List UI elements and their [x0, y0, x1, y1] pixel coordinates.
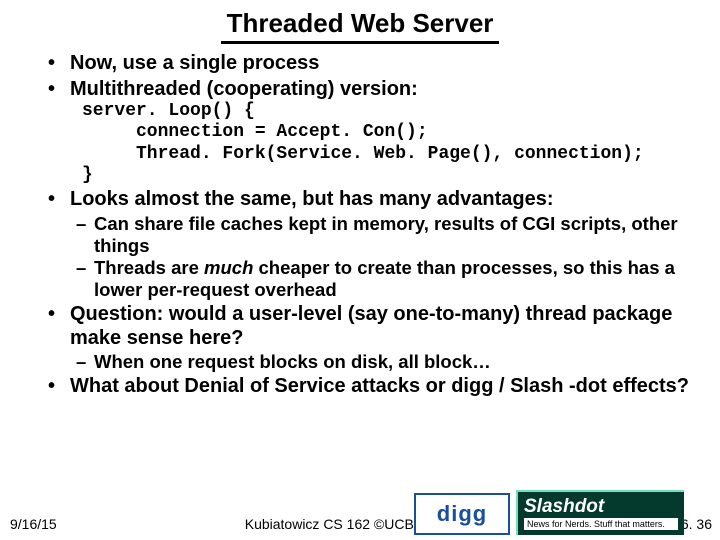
slashdot-title: Slashdot — [524, 497, 678, 516]
sub-1: Can share file caches kept in memory, re… — [48, 213, 692, 257]
slashdot-logo: Slashdot News for Nerds. Stuff that matt… — [516, 490, 684, 535]
logos-row: digg Slashdot News for Nerds. Stuff that… — [414, 490, 684, 535]
bullet-3: Looks almost the same, but has many adva… — [48, 188, 692, 212]
footer-date: 9/16/15 — [10, 516, 57, 532]
sub-3: When one request blocks on disk, all blo… — [48, 351, 692, 373]
code-block: server. Loop() { connection = Accept. Co… — [48, 101, 692, 186]
digg-logo: digg — [414, 493, 510, 535]
sub-2a: Threads are — [94, 257, 204, 278]
bullet-4: Question: would a user-level (say one-to… — [48, 303, 692, 350]
slide-footer: 9/16/15 Kubiatowicz CS 162 ©UCB Fall 201… — [0, 494, 720, 540]
sub-2b: much — [204, 257, 253, 278]
bullet-5: What about Denial of Service attacks or … — [48, 375, 692, 399]
slide-content: Now, use a single process Multithreaded … — [0, 44, 720, 399]
bullet-2: Multithreaded (cooperating) version: — [48, 78, 692, 102]
bullet-1: Now, use a single process — [48, 52, 692, 76]
slide-title-wrap: Threaded Web Server — [0, 0, 720, 44]
sub-2: Threads are much cheaper to create than … — [48, 257, 692, 301]
slashdot-sub: News for Nerds. Stuff that matters. — [524, 518, 678, 530]
slide-title: Threaded Web Server — [221, 8, 500, 44]
